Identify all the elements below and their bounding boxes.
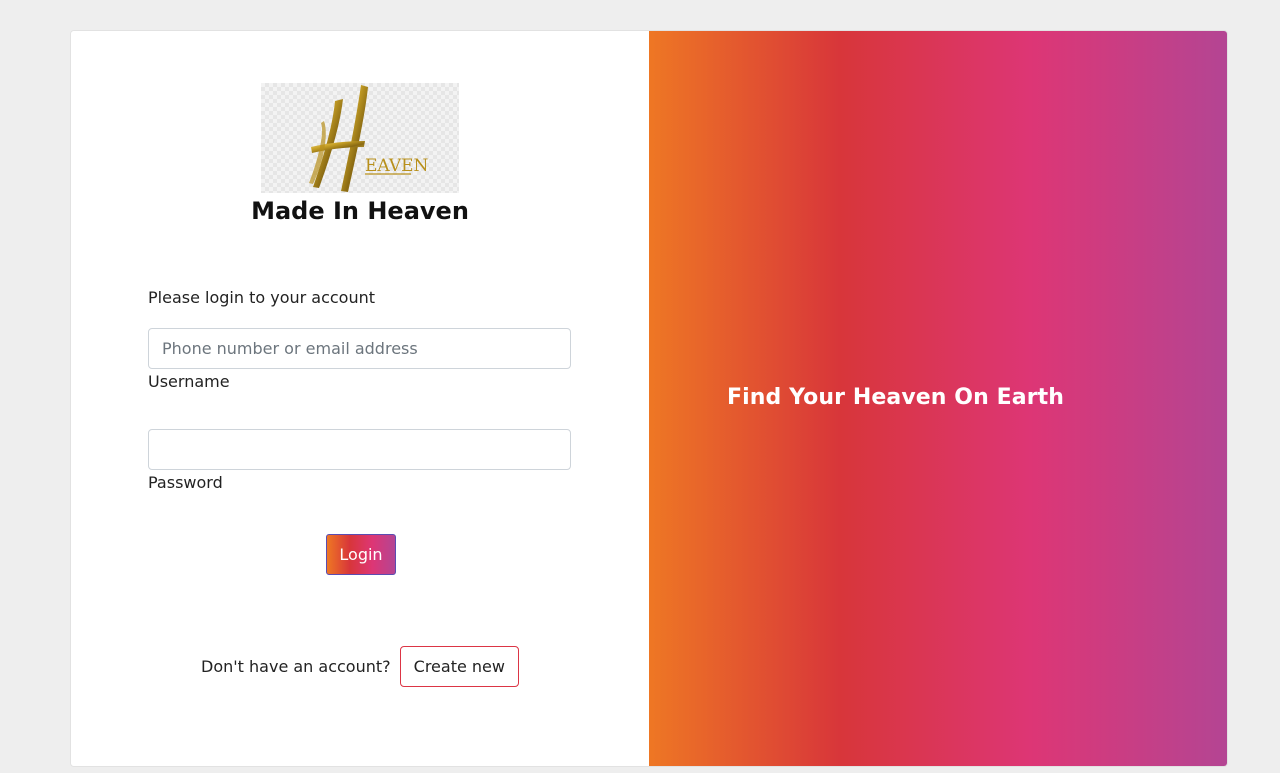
password-input[interactable] <box>148 429 571 470</box>
login-button[interactable]: Login <box>326 534 396 575</box>
logo-text: EAVEN <box>365 156 429 176</box>
username-input[interactable] <box>148 328 571 369</box>
create-account-button[interactable]: Create new <box>399 646 519 687</box>
brand-title: Made In Heaven <box>251 197 469 225</box>
login-form: Please login to your account Username Pa… <box>148 287 572 575</box>
signup-text: Don't have an account? <box>201 657 391 676</box>
signup-row: Don't have an account? Create new <box>71 646 649 687</box>
login-button-row: Login <box>148 534 572 575</box>
login-panel: EAVEN Made In Heaven Please login to you… <box>71 31 649 766</box>
hero-tagline: Find Your Heaven On Earth <box>727 385 1065 410</box>
hero-panel: Find Your Heaven On Earth <box>649 31 1227 766</box>
username-label: Username <box>148 372 230 391</box>
login-prompt: Please login to your account <box>148 288 376 307</box>
heaven-logo-icon: EAVEN <box>261 83 459 193</box>
login-card: EAVEN Made In Heaven Please login to you… <box>70 30 1228 767</box>
password-label: Password <box>148 473 223 492</box>
